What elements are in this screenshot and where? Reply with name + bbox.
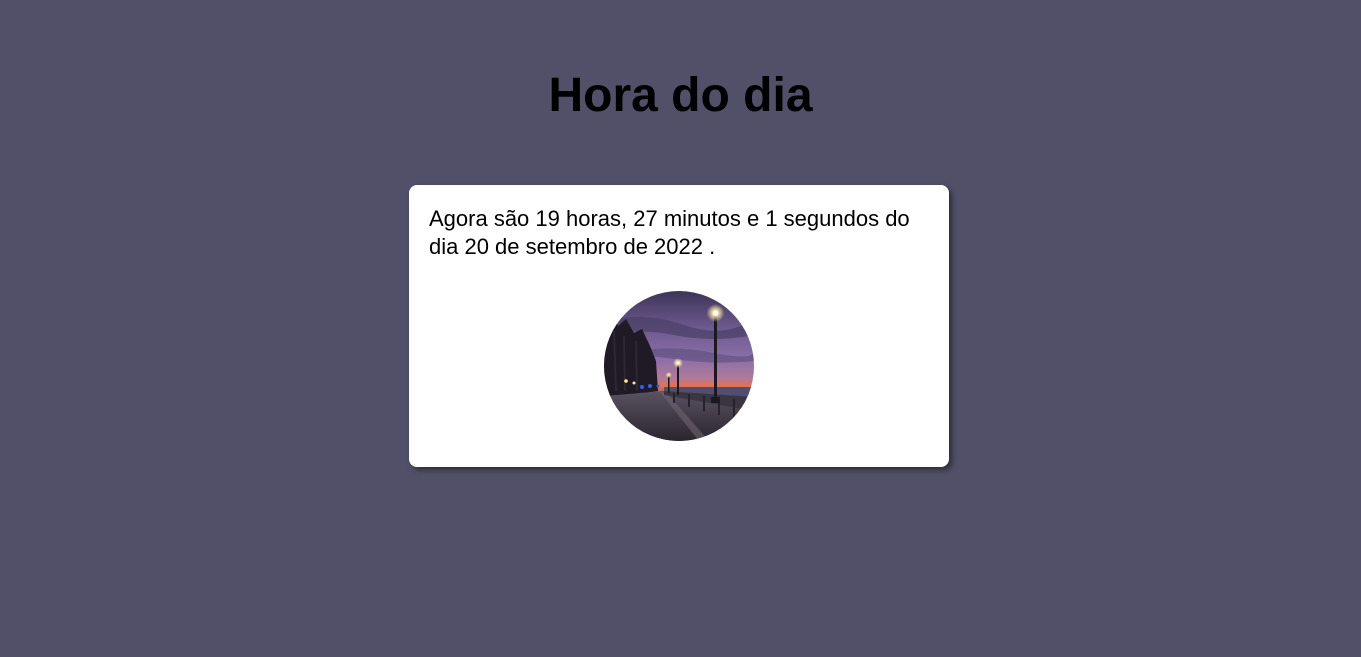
time-card: Agora são 19 horas, 27 minutos e 1 segun… — [409, 185, 949, 467]
page-title: Hora do dia — [548, 69, 813, 122]
evening-promenade-photo — [604, 291, 754, 441]
time-message: Agora são 19 horas, 27 minutos e 1 segun… — [429, 206, 910, 259]
